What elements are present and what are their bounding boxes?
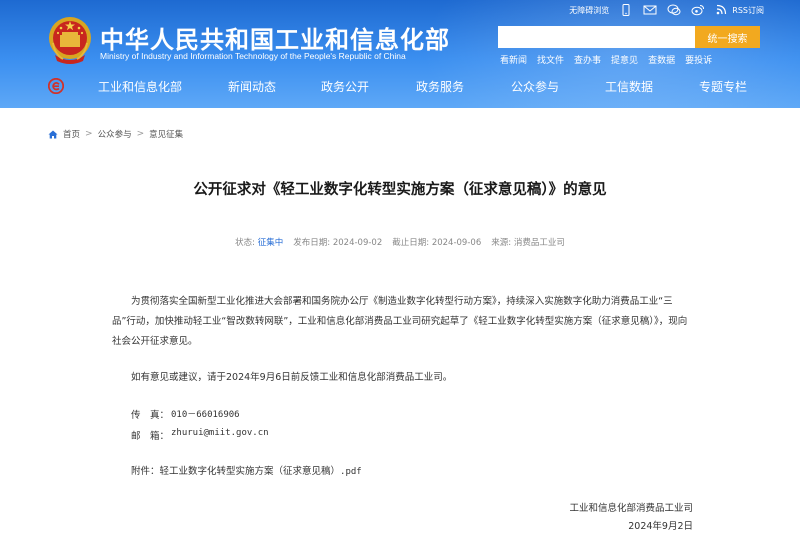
nav-item-gov-affairs[interactable]: 政务公开 [321, 78, 369, 95]
site-subtitle: Ministry of Industry and Information Tec… [100, 51, 406, 61]
search-button[interactable]: 统一搜索 [695, 26, 760, 48]
meta-deadline-label: 截止日期: [392, 238, 430, 248]
attachment-name: 轻工业数字化转型实施方案（征求意见稿） [159, 466, 341, 477]
quick-link-news[interactable]: 看新闻 [500, 53, 527, 66]
article-meta: 状态: 征集中 发布日期: 2024-09-02 截止日期: 2024-09-0… [0, 236, 800, 248]
breadcrumb-separator: > [85, 129, 93, 139]
quick-links: 看新闻 找文件 查办事 提意见 查数据 要投诉 [500, 53, 712, 66]
meta-status-label: 状态: [235, 238, 256, 248]
breadcrumb-home[interactable]: 首页 [63, 128, 80, 140]
rss-icon [715, 4, 729, 16]
contact-email: 邮 箱： zhurui@miit.gov.cn [131, 428, 269, 442]
attachment: 附件： 轻工业数字化转型实施方案（征求意见稿）.pdf [131, 463, 362, 477]
site-title: 中华人民共和国工业和信息化部 [100, 26, 450, 54]
attachment-label: 附件： [131, 466, 160, 477]
meta-deadline: 截止日期: 2024-09-06 [392, 236, 481, 248]
mail-icon[interactable] [643, 4, 657, 16]
wechat-icon[interactable] [667, 4, 681, 16]
nav-item-news[interactable]: 新闻动态 [228, 78, 276, 95]
attachment-ext: .pdf [340, 467, 362, 477]
site-search: 统一搜索 [498, 26, 760, 48]
attachment-link[interactable]: 轻工业数字化转型实施方案（征求意见稿）.pdf [160, 463, 362, 477]
quick-link-documents[interactable]: 找文件 [537, 53, 564, 66]
weibo-icon[interactable] [691, 4, 705, 16]
quick-link-services[interactable]: 查办事 [574, 53, 601, 66]
meta-status: 状态: 征集中 [235, 236, 283, 248]
fax-value: 010－66016906 [171, 410, 240, 420]
home-icon[interactable] [48, 130, 58, 139]
nav-item-special-topics[interactable]: 专题专栏 [699, 78, 747, 95]
email-label: 邮 箱： [131, 431, 170, 442]
meta-publish-label: 发布日期: [293, 238, 331, 248]
meta-source: 来源: 消费品工业司 [491, 236, 565, 248]
meta-publish-value: 2024-09-02 [332, 238, 383, 248]
nav-e-icon[interactable] [47, 77, 65, 95]
meta-publish-date: 发布日期: 2024-09-02 [293, 236, 382, 248]
nav-item-ministry[interactable]: 工业和信息化部 [98, 78, 182, 95]
accessibility-link[interactable]: 无障碍浏览 [569, 5, 609, 16]
breadcrumb: 首页 > 公众参与 > 意见征集 [48, 128, 183, 140]
rss-link[interactable]: RSS订阅 [715, 4, 764, 16]
breadcrumb-public-participation[interactable]: 公众参与 [98, 128, 132, 140]
nav-item-gov-services[interactable]: 政务服务 [416, 78, 464, 95]
status-badge: 征集中 [257, 238, 284, 248]
signature-org: 工业和信息化部消费品工业司 [569, 503, 693, 514]
quick-link-data[interactable]: 查数据 [648, 53, 675, 66]
top-links: 无障碍浏览 RSS订阅 [569, 3, 764, 17]
article-paragraph-feedback: 如有意见或建议，请于2024年9月6日前反馈工业和信息化部消费品工业司。 [131, 372, 453, 383]
search-input[interactable] [498, 26, 695, 48]
site-header: 中华人民共和国工业和信息化部 Ministry of Industry and … [0, 0, 800, 108]
meta-source-label: 来源: [491, 238, 512, 248]
article-paragraph-intro: 为贯彻落实全国新型工业化推进大会部署和国务院办公厅《制造业数字化转型行动方案》，… [112, 296, 688, 347]
breadcrumb-opinion-collection[interactable]: 意见征集 [149, 128, 183, 140]
contact-fax: 传 真： 010－66016906 [131, 407, 240, 421]
page-title: 公开征求对《轻工业数字化转型实施方案（征求意见稿）》的意见 [193, 182, 607, 198]
quick-link-feedback[interactable]: 提意见 [611, 53, 638, 66]
rss-label: RSS订阅 [732, 5, 764, 15]
meta-deadline-value: 2024-09-06 [431, 238, 482, 248]
breadcrumb-bar: 首页 > 公众参与 > 意见征集 [0, 108, 800, 156]
national-emblem-logo[interactable] [47, 15, 93, 65]
fax-label: 传 真： [131, 410, 170, 421]
meta-source-value: 消费品工业司 [513, 238, 565, 248]
quick-link-complaints[interactable]: 要投诉 [685, 53, 712, 66]
nav-item-data[interactable]: 工信数据 [605, 78, 653, 95]
mobile-icon[interactable] [619, 4, 633, 16]
nav-item-public-participation[interactable]: 公众参与 [511, 78, 559, 95]
signature-date: 2024年9月2日 [628, 521, 693, 532]
breadcrumb-separator: > [136, 129, 145, 139]
email-value: zhurui@miit.gov.cn [171, 428, 269, 438]
